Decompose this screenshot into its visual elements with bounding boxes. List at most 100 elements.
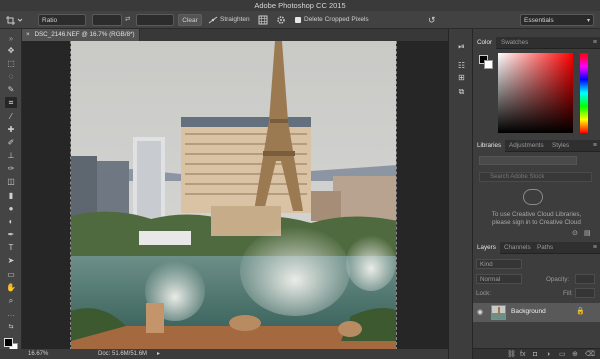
opacity-input[interactable]	[575, 274, 595, 284]
brush-icon[interactable]: ✐	[5, 137, 17, 148]
color-panel-tabs: Color Swatches ≡	[473, 37, 600, 49]
opacity-label: Opacity:	[546, 276, 570, 283]
tab-styles[interactable]: Styles	[548, 140, 573, 152]
zoom-level[interactable]: 16.67%	[28, 349, 48, 359]
tab-paths[interactable]: Paths	[533, 242, 557, 254]
cc-sync-icon[interactable]: ⊙	[572, 229, 578, 237]
link-layers-icon[interactable]: ⛓	[507, 349, 516, 359]
layers-footer: ⛓ fx ◘ ◑ ▭ ⊕ ⌫	[473, 348, 600, 359]
blur-icon[interactable]: ●	[5, 203, 17, 214]
pen-icon[interactable]: ✒	[5, 229, 17, 240]
tab-channels[interactable]: Channels	[500, 242, 535, 254]
status-menu-icon[interactable]: ▸	[157, 349, 160, 359]
straighten-button[interactable]: Straighten	[220, 14, 256, 26]
tab-swatches[interactable]: Swatches	[497, 37, 532, 49]
panel-menu-icon[interactable]: ≡	[593, 37, 597, 49]
fx-icon[interactable]: fx	[520, 349, 525, 359]
libraries-menu-icon[interactable]: ≡	[593, 140, 597, 152]
tab-adjustments[interactable]: Adjustments	[505, 140, 548, 152]
swap-icon[interactable]: ⇄	[125, 14, 133, 26]
visibility-eye-icon[interactable]: ◉	[477, 308, 483, 316]
path-select-icon[interactable]: ➤	[5, 255, 17, 266]
ratio-height-input[interactable]	[136, 14, 174, 26]
layer-lock-icon: 🔒	[576, 308, 585, 315]
library-select[interactable]	[479, 156, 577, 165]
document-tab[interactable]: × DSC_2146.NEF @ 16.7% (RGB/8*)	[22, 29, 140, 41]
panel-icon-dock: ⏯ ☷ ⊞ ⧉	[448, 29, 473, 359]
document-close-icon[interactable]: ×	[26, 31, 30, 38]
layers-menu-icon[interactable]: ≡	[593, 242, 597, 254]
ratio-width-input[interactable]	[92, 14, 122, 26]
photo-las-vegas	[71, 41, 396, 350]
color-picker-field[interactable]	[498, 53, 573, 133]
right-panels: Color Swatches ≡ Libraries Adjustments S…	[473, 29, 600, 359]
tab-color[interactable]: Color	[473, 37, 497, 49]
marquee-icon[interactable]: ⬚	[5, 58, 17, 69]
hand-icon[interactable]: ✋	[5, 282, 17, 293]
foreground-color-swatch[interactable]	[4, 338, 13, 347]
color-bg-swatch[interactable]	[484, 60, 493, 69]
clear-button[interactable]: Clear	[178, 14, 202, 26]
history-panel-icon[interactable]: ⏯	[456, 41, 467, 52]
reset-icon[interactable]: ↺	[428, 14, 440, 26]
more-tools-icon[interactable]: ⋯	[5, 310, 17, 321]
overlay-grid-icon[interactable]	[258, 14, 268, 26]
straighten-icon[interactable]	[208, 14, 218, 26]
eraser-icon[interactable]: ◫	[5, 176, 17, 187]
hue-slider[interactable]	[580, 53, 588, 133]
adjust-panel-icon[interactable]: ⧉	[456, 86, 467, 97]
title-bar: Adobe Photoshop CC 2015	[0, 0, 600, 11]
layer-name[interactable]: Background	[511, 308, 546, 315]
dodge-icon[interactable]: ◐	[5, 216, 17, 227]
doc-size: Doc: 51.6M/51.6M	[98, 351, 148, 357]
clone-stamp-icon[interactable]: ⊥	[5, 150, 17, 161]
document-image[interactable]	[70, 41, 397, 350]
layer-row-background[interactable]: ◉ Background 🔒	[473, 303, 600, 322]
layers-panel-tabs: Layers Channels Paths ≡	[473, 242, 600, 254]
quick-select-icon[interactable]: ✎	[5, 84, 17, 95]
layer-filter-kind[interactable]: Kind	[476, 259, 522, 269]
gradient-icon[interactable]: ▮	[5, 190, 17, 201]
type-icon[interactable]: T	[5, 242, 17, 253]
canvas-area[interactable]	[22, 41, 448, 350]
blend-mode-select[interactable]: Normal	[476, 274, 522, 284]
layer-thumbnail	[491, 305, 506, 320]
info-panel-icon[interactable]: ⊞	[456, 72, 467, 83]
eyedropper-icon[interactable]: ⁄	[5, 111, 17, 122]
adjustment-layer-icon[interactable]: ◑	[546, 349, 550, 359]
library-delete-icon[interactable]: ▤	[584, 229, 591, 237]
crop-preset-icon[interactable]	[4, 14, 30, 26]
healing-brush-icon[interactable]: ✚	[5, 124, 17, 135]
library-message-2: please sign in to Creative Cloud	[492, 219, 581, 226]
group-folder-icon[interactable]: ▭	[559, 349, 566, 359]
app-title: Adobe Photoshop CC 2015	[254, 1, 346, 10]
toolbar-collapse-icon[interactable]: »	[5, 33, 17, 44]
crop-icon[interactable]: ⌗	[5, 97, 17, 108]
libraries-panel-tabs: Libraries Adjustments Styles ≡	[473, 140, 600, 152]
new-layer-icon[interactable]: ⊕	[572, 349, 578, 359]
status-bar: 16.67% Doc: 51.6M/51.6M ▸	[0, 349, 448, 359]
shape-icon[interactable]: ▭	[5, 269, 17, 280]
ratio-select[interactable]: Ratio	[38, 14, 86, 26]
delete-layer-icon[interactable]: ⌫	[585, 349, 595, 359]
swap-colors-icon[interactable]: ⇆	[5, 322, 17, 333]
history-brush-icon[interactable]: ✑	[5, 163, 17, 174]
properties-panel-icon[interactable]: ☷	[456, 60, 467, 71]
delete-cropped-checkbox[interactable]	[295, 17, 301, 23]
tools-panel: » ✥ ⬚ ◌ ✎ ⌗ ⁄ ✚ ✐ ⊥ ✑ ◫ ▮ ● ◐ ✒ T ➤ ▭ ✋ …	[0, 29, 22, 352]
fill-input[interactable]	[575, 288, 595, 298]
options-bar: Ratio ⇄ Clear Straighten Delete Cropped …	[0, 11, 600, 29]
tab-libraries[interactable]: Libraries	[473, 140, 506, 152]
library-message-1: To use Creative Cloud Libraries,	[491, 211, 582, 218]
settings-gear-icon[interactable]	[276, 14, 286, 26]
move-icon[interactable]: ✥	[5, 45, 17, 56]
tab-layers[interactable]: Layers	[473, 242, 500, 254]
zoom-icon[interactable]: ⌕	[5, 295, 17, 306]
library-search-input[interactable]: Search Adobe Stock	[479, 172, 592, 182]
lock-label: Lock:	[476, 290, 492, 297]
fill-label: Fill:	[563, 290, 573, 297]
lasso-icon[interactable]: ◌	[5, 71, 17, 82]
workspace-select[interactable]: Essentials ▾	[520, 14, 594, 26]
delete-cropped-label: Delete Cropped Pixels	[304, 16, 369, 23]
mask-icon[interactable]: ◘	[533, 349, 537, 359]
